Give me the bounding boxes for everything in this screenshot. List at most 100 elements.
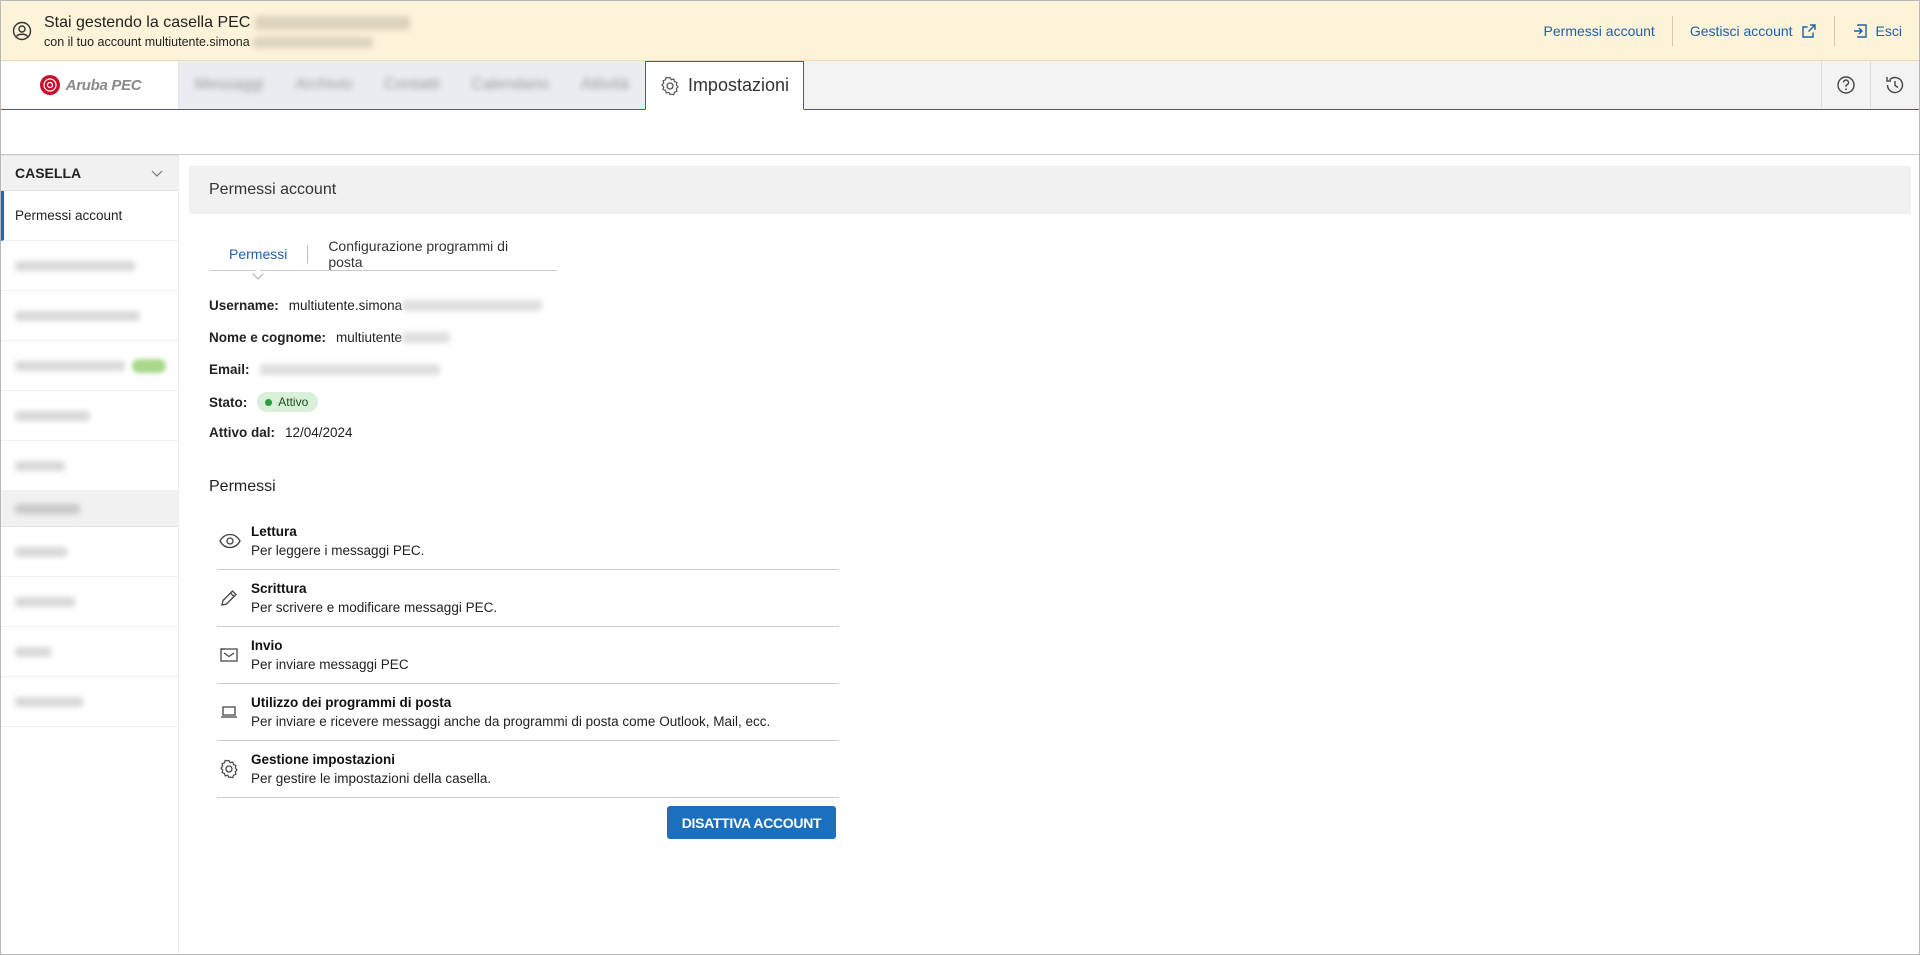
gestisci-account-label: Gestisci account — [1689, 23, 1793, 39]
history-button[interactable] — [1870, 61, 1919, 109]
permission-description: Per scrivere e modificare messaggi PEC. — [251, 600, 498, 615]
permessi-account-label: Permessi account — [1543, 23, 1655, 39]
active-since-label: Attivo dal: — [209, 425, 275, 440]
email-row: Email: — [209, 362, 440, 377]
nav-tab-label: Contatti — [384, 76, 440, 93]
banner-subtitle: con il tuo account multiutente.simona — [44, 35, 374, 49]
sidebar-item-redacted[interactable] — [1, 341, 178, 391]
status-value: Attivo — [278, 395, 309, 409]
permission-description: Per inviare messaggi PEC — [251, 657, 409, 672]
permission-description: Per leggere i messaggi PEC. — [251, 543, 425, 558]
redacted-username — [402, 300, 543, 311]
settings-sidebar: CASELLA Permessi account — [1, 155, 179, 954]
sidebar-item-redacted[interactable] — [1, 391, 178, 441]
esci-label: Esci — [1875, 23, 1902, 39]
redacted-label — [15, 410, 90, 421]
rose-logo-icon — [39, 75, 60, 95]
nav-tab-messaggi[interactable]: Messaggi — [179, 61, 279, 109]
help-button[interactable] — [1821, 61, 1870, 109]
nav-tab-attivita[interactable]: Attività — [565, 61, 645, 109]
external-link-icon — [1801, 24, 1816, 38]
nav-tab-label: Attività — [580, 76, 629, 93]
logo-text: Aruba PEC — [65, 76, 142, 94]
permission-gestione-impostazioni: Gestione impostazioni Per gestire le imp… — [217, 741, 839, 798]
name-value: multiutente — [336, 330, 403, 345]
history-icon — [1886, 76, 1904, 94]
tab-permessi[interactable]: Permessi — [209, 241, 307, 267]
sidebar-item-redacted[interactable] — [1, 577, 178, 627]
main-navbar: Aruba PEC Messaggi Archivio Contatti Cal… — [1, 61, 1919, 110]
sidebar-section-title: CASELLA — [15, 165, 82, 181]
gestisci-account-link[interactable]: Gestisci account — [1673, 17, 1834, 45]
permissions-title: Permessi — [209, 478, 276, 495]
sidebar-item-redacted[interactable] — [1, 677, 178, 727]
sidebar-section-casella[interactable]: CASELLA — [1, 155, 178, 191]
header-divider — [1, 154, 1919, 155]
permission-title: Gestione impostazioni — [251, 752, 396, 767]
permission-invio: Invio Per inviare messaggi PEC — [217, 627, 839, 684]
redacted-label — [15, 646, 51, 657]
status-row: Stato: Attivo — [209, 392, 319, 412]
redacted-label — [15, 260, 135, 271]
banner-actions: Permessi account Gestisci account Esci — [1527, 1, 1919, 61]
managing-mailbox-banner: Stai gestendo la casella PEC con il tuo … — [1, 1, 1919, 61]
sidebar-item-label: Permessi account — [15, 208, 123, 223]
permissions-list: Lettura Per leggere i messaggi PEC. Scri… — [217, 513, 839, 798]
redacted-label — [15, 460, 65, 471]
redacted-label — [15, 546, 67, 557]
disattiva-account-button[interactable]: DISATTIVA ACCOUNT — [667, 806, 836, 839]
gear-icon — [661, 76, 679, 95]
redacted-label — [15, 696, 83, 707]
banner-title-text: Stai gestendo la casella PEC — [44, 14, 251, 31]
status-dot-icon — [265, 398, 273, 406]
esci-button[interactable]: Esci — [1835, 17, 1919, 45]
redacted-label — [15, 503, 80, 514]
redacted-name — [402, 332, 451, 343]
gear-icon — [220, 759, 238, 779]
sidebar-item-redacted[interactable] — [1, 291, 178, 341]
nav-tab-archivio[interactable]: Archivio — [279, 61, 368, 109]
help-icon — [1837, 76, 1855, 94]
page-title-text: Permessi account — [209, 181, 337, 198]
username-value: multiutente.simona — [288, 298, 403, 313]
logout-icon — [1853, 24, 1867, 38]
redacted-label — [15, 596, 75, 607]
status-label: Stato: — [209, 394, 248, 410]
permission-title: Scrittura — [251, 581, 307, 596]
sidebar-item-redacted[interactable] — [1, 441, 178, 491]
username-row: Username: multiutente.simona — [209, 298, 543, 313]
aruba-pec-logo[interactable]: Aruba PEC — [1, 61, 179, 109]
nav-tab-impostazioni[interactable]: Impostazioni — [644, 61, 804, 110]
status-badge: Attivo — [257, 392, 319, 412]
nav-tab-label: Impostazioni — [687, 75, 789, 95]
user-circle-icon — [12, 21, 32, 41]
new-badge — [132, 359, 166, 373]
permission-scrittura: Scrittura Per scrivere e modificare mess… — [217, 570, 839, 627]
nav-tab-label: Archivio — [295, 76, 353, 93]
permission-lettura: Lettura Per leggere i messaggi PEC. — [217, 513, 839, 570]
banner-subtitle-text: con il tuo account multiutente.simona — [44, 35, 250, 49]
eye-icon — [219, 533, 241, 549]
nav-tab-label: Calendario — [471, 76, 549, 93]
permission-description: Per inviare e ricevere messaggi anche da… — [251, 714, 771, 729]
sidebar-item-redacted[interactable] — [1, 627, 178, 677]
sidebar-item-permessi-account[interactable]: Permessi account — [1, 191, 178, 241]
sidebar-item-redacted[interactable] — [1, 241, 178, 291]
permission-title: Utilizzo dei programmi di posta — [251, 695, 452, 710]
laptop-icon — [221, 706, 237, 718]
nav-tab-calendario[interactable]: Calendario — [456, 61, 565, 109]
page-title: Permessi account — [189, 166, 1911, 214]
send-mail-icon — [220, 648, 238, 662]
name-label: Nome e cognome: — [209, 330, 327, 345]
tab-configurazione[interactable]: Configurazione programmi di posta — [308, 238, 557, 270]
sidebar-item-redacted[interactable] — [1, 527, 178, 577]
sidebar-section-redacted[interactable] — [1, 491, 178, 527]
redacted-label — [15, 360, 125, 371]
nav-tab-label: Messaggi — [195, 76, 264, 93]
email-label: Email: — [209, 362, 250, 377]
nav-tabs: Messaggi Archivio Contatti Calendario At… — [179, 61, 804, 110]
redacted-account — [253, 37, 374, 49]
permessi-account-link[interactable]: Permessi account — [1527, 17, 1672, 45]
redacted-mailbox — [254, 15, 410, 30]
nav-tab-contatti[interactable]: Contatti — [368, 61, 455, 109]
